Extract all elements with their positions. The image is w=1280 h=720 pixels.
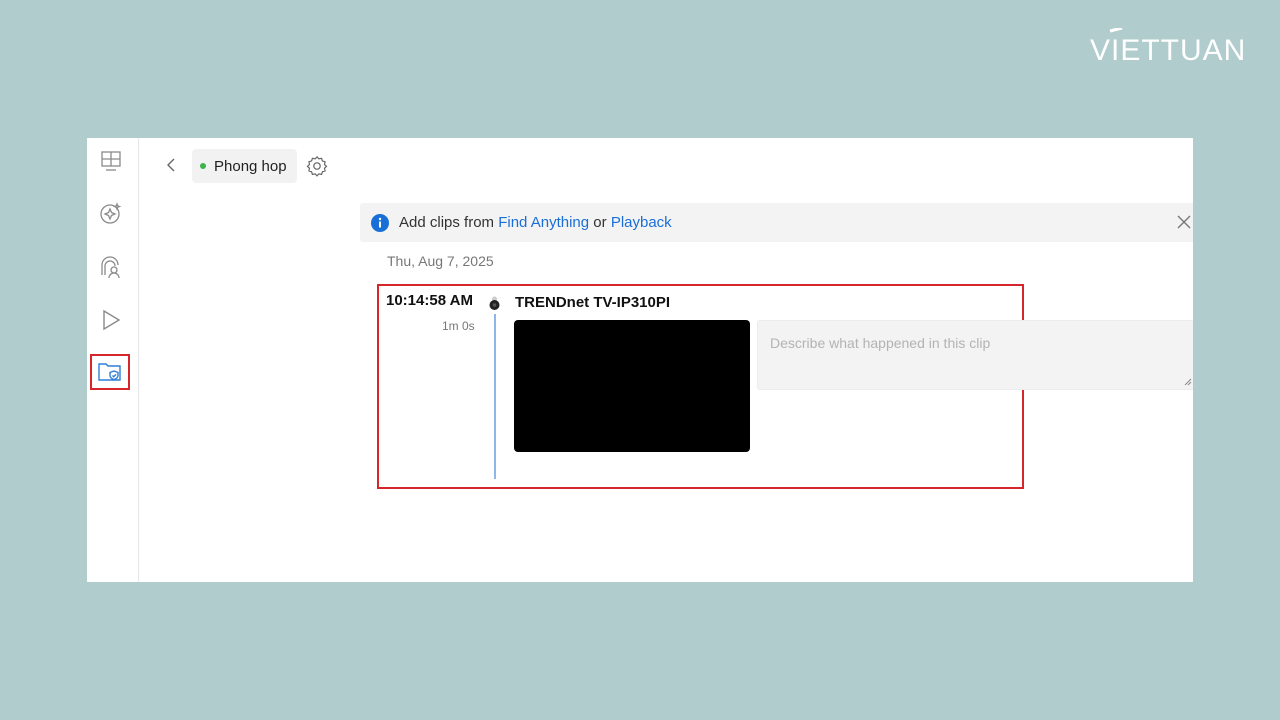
info-banner: Add clips from Find Anything or Playback bbox=[360, 203, 1193, 242]
info-icon bbox=[371, 213, 389, 232]
camera-marker-icon bbox=[489, 296, 500, 310]
info-prefix: Add clips from bbox=[399, 214, 495, 231]
info-middle: or bbox=[593, 214, 607, 231]
clip-description-input[interactable] bbox=[757, 320, 1193, 390]
viettuan-logo: VIETTUAN bbox=[1090, 28, 1246, 67]
online-status-dot bbox=[200, 163, 206, 169]
find-anything-link[interactable]: Find Anything bbox=[498, 214, 589, 231]
close-icon[interactable] bbox=[1175, 213, 1193, 231]
back-button[interactable] bbox=[161, 153, 181, 177]
info-text: Add clips from Find Anything or Playback bbox=[399, 214, 672, 231]
clip-thumbnail[interactable] bbox=[514, 320, 750, 452]
person-detection-icon[interactable] bbox=[98, 254, 124, 280]
app-window: Phong hop Add clips from Find Anything o… bbox=[87, 138, 1193, 582]
grid-layout-icon[interactable] bbox=[98, 148, 124, 174]
playback-link[interactable]: Playback bbox=[611, 214, 672, 231]
timeline-date: Thu, Aug 7, 2025 bbox=[387, 253, 494, 269]
resize-grip-icon[interactable] bbox=[1184, 378, 1192, 386]
camera-selector[interactable]: Phong hop bbox=[192, 149, 297, 183]
timeline-line bbox=[494, 314, 496, 479]
clip-camera-name: TRENDnet TV-IP310PI bbox=[515, 294, 671, 311]
play-icon[interactable] bbox=[98, 307, 124, 333]
clip-time: 10:14:58 AM bbox=[386, 292, 473, 309]
sidebar bbox=[87, 138, 139, 582]
camera-name: Phong hop bbox=[214, 157, 287, 175]
gear-icon[interactable] bbox=[306, 155, 328, 177]
clip-duration: 1m 0s bbox=[442, 319, 475, 333]
chevron-left-icon bbox=[167, 158, 175, 172]
folder-shield-icon[interactable] bbox=[90, 354, 130, 390]
svg-text:VIETTUAN: VIETTUAN bbox=[1090, 34, 1246, 67]
ai-search-icon[interactable] bbox=[98, 201, 124, 227]
